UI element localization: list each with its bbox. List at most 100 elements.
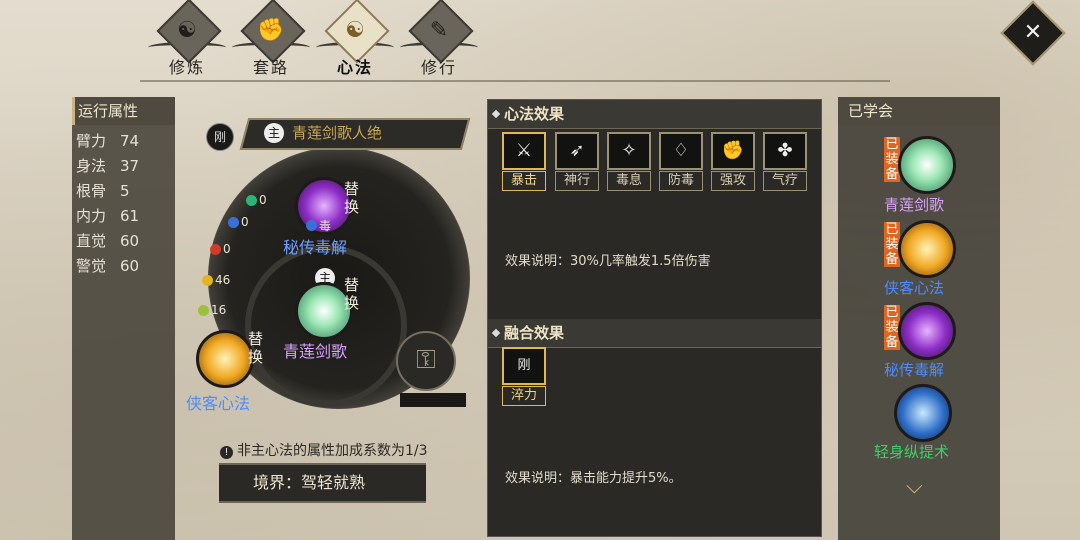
attr-row: 臂力 74 bbox=[72, 129, 175, 154]
lock-icon: ⚿ bbox=[416, 345, 436, 375]
stat-dot-icon bbox=[228, 216, 239, 228]
realm-bar: 境界：驾轻就熟 bbox=[219, 463, 426, 503]
note-text: 非主心法的属性加成系数为1/3 bbox=[237, 443, 428, 459]
effect-description: 效果说明：30%几率触发1.5倍伤害 bbox=[505, 254, 711, 269]
mini-stat: 16 bbox=[198, 303, 226, 317]
tab-mind-method[interactable]: ☯ 心法 bbox=[316, 0, 394, 77]
attr-value: 5 bbox=[120, 182, 130, 200]
learned-skill-name: 青莲剑歌 bbox=[884, 196, 945, 214]
attr-value: 61 bbox=[120, 207, 140, 225]
tab-divider bbox=[140, 80, 890, 82]
attr-label: 臂力 bbox=[76, 132, 107, 150]
attr-label: 身法 bbox=[76, 157, 107, 175]
swap-button-top[interactable]: 替换 bbox=[344, 180, 362, 216]
mini-stat-value: 16 bbox=[211, 303, 227, 317]
ink-base bbox=[400, 393, 466, 407]
learned-skill-icon[interactable] bbox=[898, 302, 956, 360]
effect-label: 强攻 bbox=[711, 171, 755, 191]
tab-label: 修炼 bbox=[168, 58, 205, 77]
mini-stat: 0 bbox=[246, 193, 267, 207]
effect-label: 神行 bbox=[555, 171, 599, 191]
effect-slot[interactable]: ♢ 防毒 bbox=[659, 132, 705, 191]
fusion-slot[interactable]: 刚 淬力 bbox=[502, 347, 548, 406]
effect-label: 毒息 bbox=[607, 171, 651, 191]
tab-practice[interactable]: ✎ 修行 bbox=[400, 0, 478, 77]
stat-dot-icon bbox=[198, 304, 209, 316]
fusion-header: 融合效果 bbox=[488, 319, 821, 348]
effect-label: 暴击 bbox=[502, 171, 546, 191]
poison-tag-label: 毒 bbox=[319, 219, 332, 233]
attributes-panel: 运行属性 臂力 74 身法 37 根骨 5 内力 61 直觉 60 警觉 60 bbox=[72, 97, 175, 540]
tab-label: 心法 bbox=[336, 58, 373, 77]
stat-dot-icon bbox=[202, 274, 213, 286]
qi-heal-icon: ✤ bbox=[763, 132, 807, 170]
mini-stat-value: 0 bbox=[241, 215, 249, 229]
attr-label: 警觉 bbox=[76, 257, 107, 275]
effect-label: 防毒 bbox=[659, 171, 703, 191]
lock-button[interactable]: ⚿ bbox=[396, 331, 456, 391]
attr-row: 身法 37 bbox=[72, 154, 175, 179]
swirl-icon: ☯ bbox=[177, 18, 197, 43]
coefficient-note: ! 非主心法的属性加成系数为1/3 bbox=[220, 440, 428, 460]
attr-row: 内力 61 bbox=[72, 204, 175, 229]
fusion-description: 效果说明：暴击能力提升5%。 bbox=[505, 471, 682, 486]
main-badge: 主 bbox=[264, 123, 284, 143]
swap-button-center[interactable]: 替换 bbox=[344, 276, 362, 312]
stat-dot-icon bbox=[246, 194, 257, 206]
attr-row: 根骨 5 bbox=[72, 179, 175, 204]
close-icon: ✕ bbox=[1023, 20, 1043, 45]
mini-stat: 46 bbox=[202, 273, 230, 287]
attr-value: 60 bbox=[120, 257, 140, 275]
scroll-icon: ✎ bbox=[429, 18, 449, 43]
attr-value: 60 bbox=[120, 232, 140, 250]
stat-dot-icon bbox=[210, 243, 221, 255]
learned-skill-icon[interactable] bbox=[898, 136, 956, 194]
slot-top-name: 秘传毒解 bbox=[283, 238, 348, 257]
mini-stat-value: 0 bbox=[259, 193, 267, 207]
poison-breath-icon: ✧ bbox=[607, 132, 651, 170]
learned-header: 已学会 bbox=[838, 97, 1000, 125]
crit-icon: ⚔ bbox=[502, 132, 546, 170]
scroll-down-icon[interactable]: ⌵ bbox=[906, 474, 923, 499]
attr-value: 37 bbox=[120, 157, 140, 175]
attr-row: 警觉 60 bbox=[72, 254, 175, 279]
effect-label: 气疗 bbox=[763, 171, 807, 191]
swift-icon: ➶ bbox=[555, 132, 599, 170]
attr-value: 74 bbox=[120, 132, 140, 150]
effects-header: 心法效果 bbox=[488, 100, 821, 129]
mini-stat-value: 0 bbox=[223, 242, 231, 256]
tab-routine[interactable]: ✊ 套路 bbox=[232, 0, 310, 77]
slot-center-name: 青莲剑歌 bbox=[283, 342, 348, 361]
effect-slot[interactable]: ✧ 毒息 bbox=[607, 132, 653, 191]
swap-button-left[interactable]: 替换 bbox=[248, 330, 266, 366]
poison-tag: 毒 bbox=[306, 217, 331, 234]
attr-row: 直觉 60 bbox=[72, 229, 175, 254]
gang-badge: 刚 bbox=[206, 123, 234, 151]
antidote-icon: ♢ bbox=[659, 132, 703, 170]
realm-text: 境界：驾轻就熟 bbox=[253, 473, 366, 492]
fusion-label: 淬力 bbox=[502, 386, 546, 406]
learned-skill-icon[interactable] bbox=[894, 384, 952, 442]
tab-cultivate[interactable]: ☯ 修炼 bbox=[148, 0, 226, 77]
slot-left-skill-icon[interactable] bbox=[196, 330, 254, 388]
fist-icon: ✊ bbox=[257, 18, 285, 43]
learned-skill-name: 侠客心法 bbox=[884, 279, 945, 297]
effect-slot[interactable]: ✤ 气疗 bbox=[763, 132, 809, 191]
attributes-header: 运行属性 bbox=[72, 97, 175, 125]
mini-stat: 0 bbox=[228, 215, 249, 229]
effect-slot[interactable]: ⚔ 暴击 bbox=[502, 132, 548, 191]
tab-label: 套路 bbox=[252, 58, 289, 77]
mini-stat-value: 46 bbox=[215, 273, 231, 287]
learned-skill-icon[interactable] bbox=[898, 220, 956, 278]
learned-skill-name: 轻身纵提术 bbox=[874, 443, 950, 461]
learned-skill-name: 秘传毒解 bbox=[884, 361, 945, 379]
effect-slot[interactable]: ➶ 神行 bbox=[555, 132, 601, 191]
tab-label: 修行 bbox=[420, 58, 457, 77]
mini-stat: 0 bbox=[210, 242, 231, 256]
poison-tag-icon bbox=[306, 220, 317, 231]
effect-slot[interactable]: ✊ 强攻 bbox=[711, 132, 757, 191]
slot-left-name: 侠客心法 bbox=[186, 394, 251, 413]
attr-label: 根骨 bbox=[76, 182, 107, 200]
main-method-name: 青莲剑歌人绝 bbox=[292, 124, 383, 142]
yinyang-icon: ☯ bbox=[345, 18, 365, 43]
